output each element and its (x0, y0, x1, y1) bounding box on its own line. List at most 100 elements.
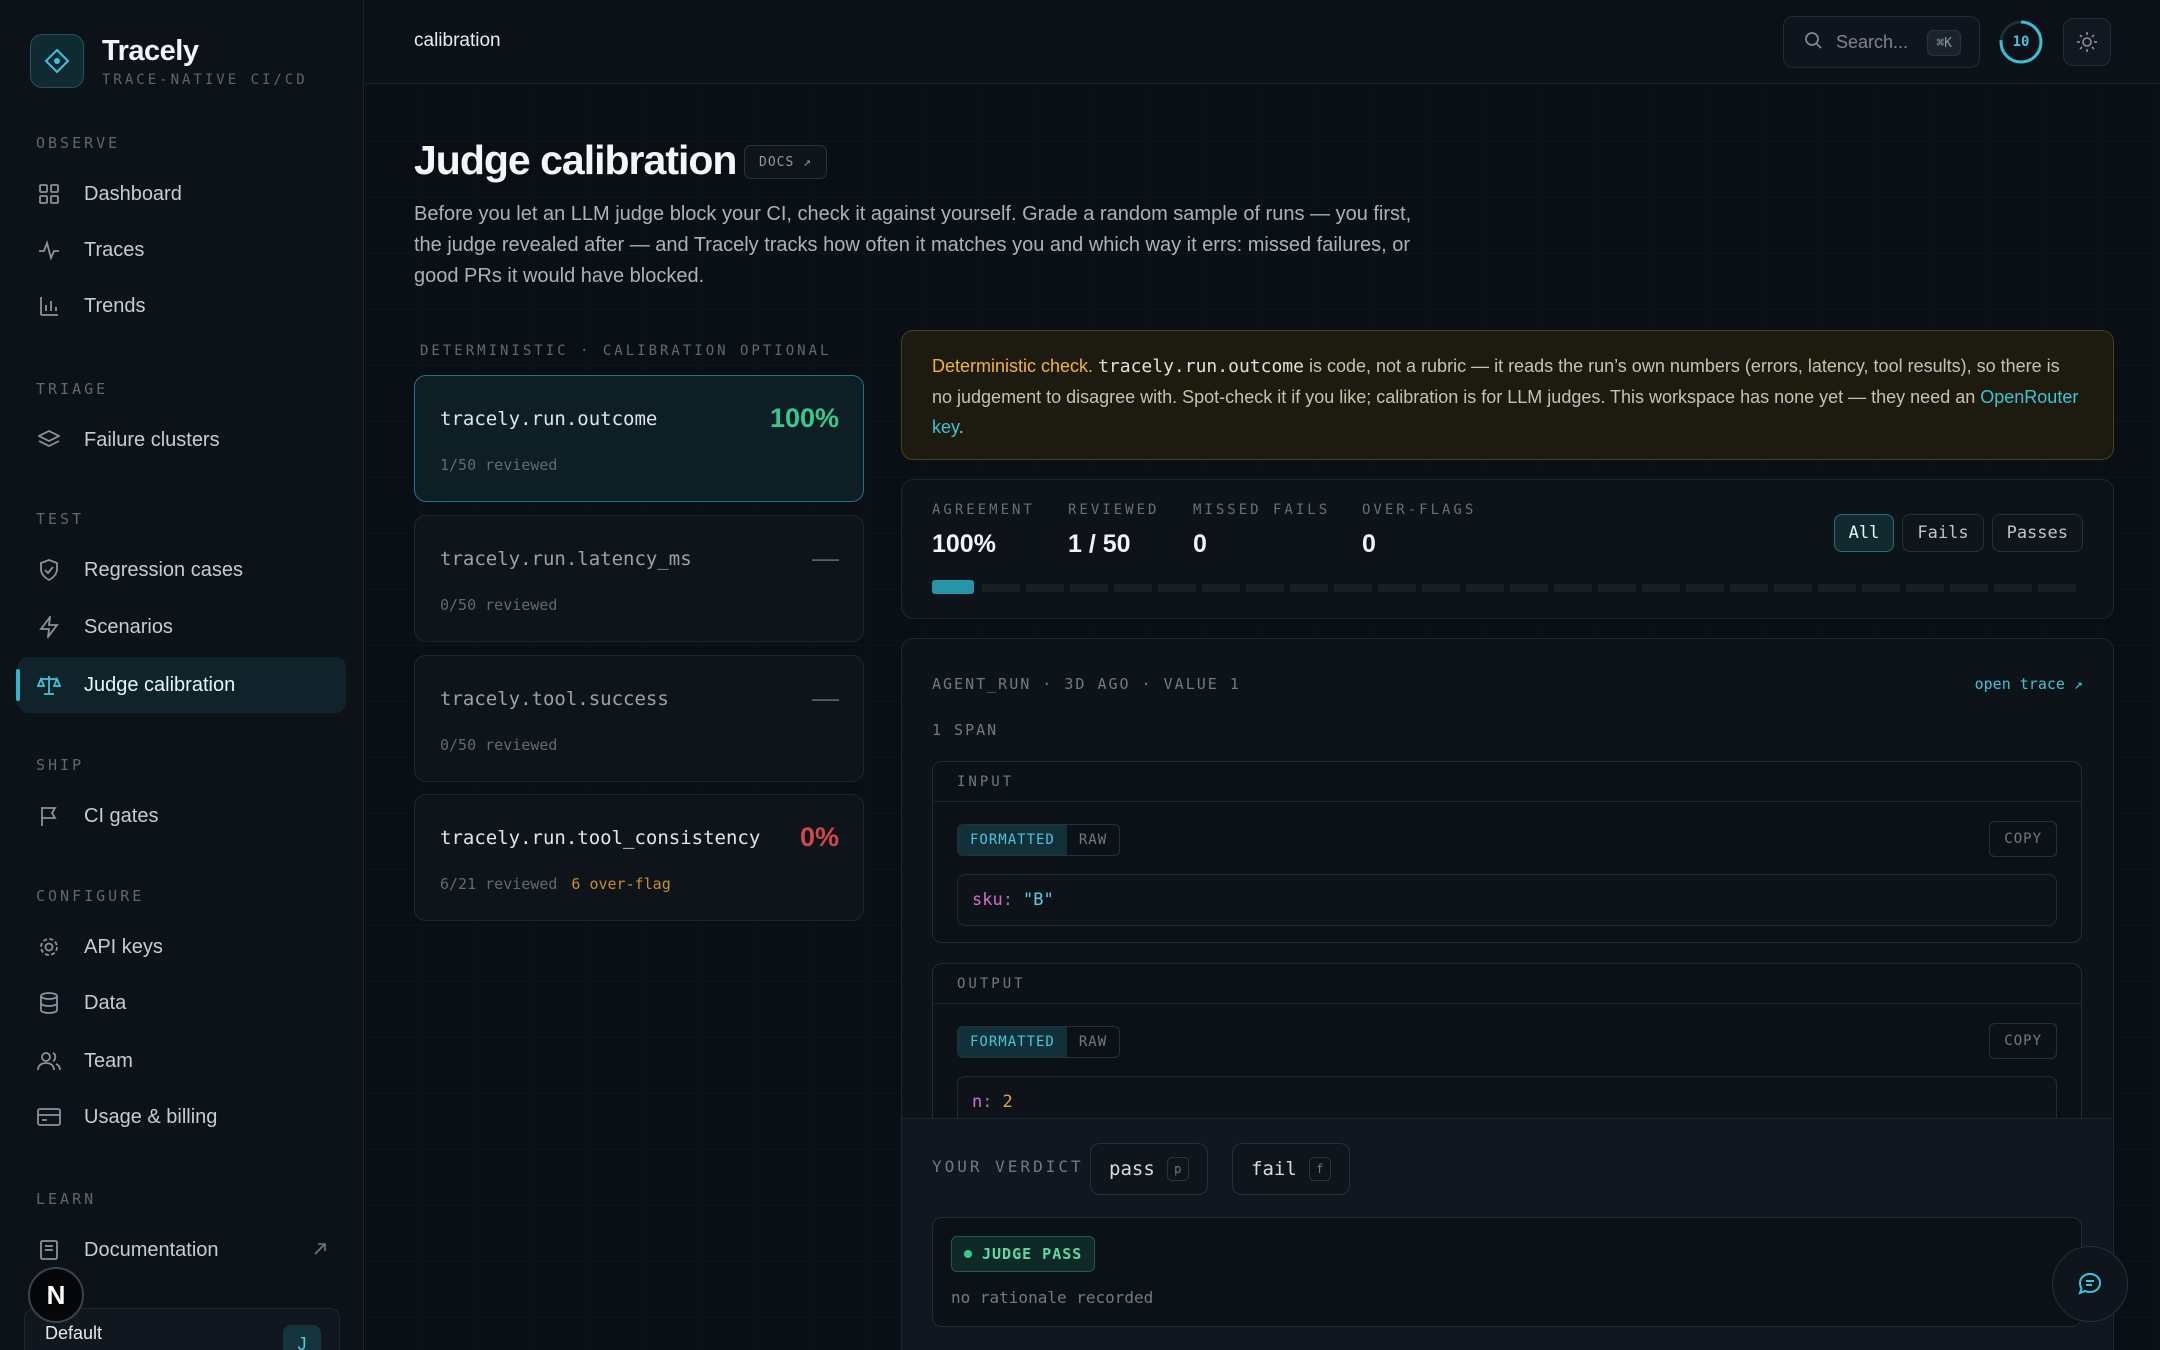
search-input[interactable]: Search... ⌘K (1783, 16, 1980, 68)
code-value: 2 (1002, 1092, 1013, 1112)
judge-card-latency[interactable]: tracely.run.latency_ms — 0/50 reviewed (414, 515, 864, 642)
tracely-logo-icon (30, 34, 84, 88)
nav-section-learn: LEARN Documentation (0, 1190, 364, 1278)
judge-card-tool-consistency[interactable]: tracely.run.tool_consistency 0% 6/21 rev… (414, 794, 864, 921)
run-meta: AGENT_RUN · 3D AGO · VALUE 1 (932, 675, 1241, 693)
nav-section-configure: CONFIGURE API keys Data Team Usage & bil… (0, 887, 364, 1145)
input-format-toggle: FORMATTED RAW (957, 824, 1121, 856)
sidebar-item-label: Judge calibration (84, 673, 236, 696)
judge-name: tracely.tool.success (440, 688, 669, 710)
search-shortcut: ⌘K (1927, 30, 1961, 56)
sidebar-item-api-keys[interactable]: API keys (18, 919, 346, 975)
review-progress-fill (932, 580, 974, 594)
judge-pass-label: JUDGE PASS (982, 1245, 1083, 1263)
fail-button[interactable]: fail f (1232, 1143, 1350, 1195)
judge-card-tool-success[interactable]: tracely.tool.success — 0/50 reviewed (414, 655, 864, 782)
stat-label: OVER-FLAGS (1362, 502, 1477, 518)
sidebar-item-team[interactable]: Team (18, 1033, 346, 1089)
nav-heading: SHIP (36, 756, 85, 774)
sidebar-item-label: Usage & billing (84, 1105, 218, 1128)
filter-passes-button[interactable]: Passes (1991, 514, 2083, 552)
nav-heading: CONFIGURE (36, 887, 145, 905)
sidebar-item-scenarios[interactable]: Scenarios (18, 599, 346, 655)
breadcrumb[interactable]: calibration (414, 30, 501, 52)
stat-value: 1 / 50 (1068, 530, 1131, 558)
judge-list-heading: DETERMINISTIC · CALIBRATION OPTIONAL (420, 343, 832, 359)
judge-reviewed: 1/50 reviewed (440, 456, 557, 474)
pass-key-hint: p (1166, 1157, 1189, 1181)
judge-card-outcome[interactable]: tracely.run.outcome 100% 1/50 reviewed (414, 375, 864, 502)
sidebar-item-data[interactable]: Data (18, 975, 346, 1031)
judge-reviewed-count: 1/50 reviewed (440, 456, 558, 474)
nav-section-test: TEST Regression cases Scenarios Judge ca… (0, 510, 364, 713)
avatar: J (283, 1325, 321, 1350)
sidebar-item-ci-gates[interactable]: CI gates (18, 788, 346, 844)
copy-output-button[interactable]: COPY (1989, 1023, 2057, 1059)
nav-heading: TEST (36, 510, 85, 528)
nav-section-observe: OBSERVE Dashboard Traces Trends (0, 134, 364, 334)
judge-name: tracely.run.tool_consistency (440, 827, 761, 849)
judge-reviewed: 0/50 reviewed (440, 736, 557, 754)
activity-ring-button[interactable]: 10 (1997, 18, 2045, 66)
page-intro: Before you let an LLM judge block your C… (414, 203, 1412, 287)
layers-icon (36, 427, 62, 453)
brand[interactable]: Tracely TRACE-NATIVE CI/CD (30, 34, 308, 88)
input-code: sku: "B" (957, 874, 2057, 926)
sidebar-item-label: Regression cases (84, 558, 243, 581)
judge-reviewed-count: 0/50 reviewed (440, 736, 558, 754)
raw-tab[interactable]: RAW (1067, 1027, 1119, 1057)
activity-icon (36, 237, 62, 263)
dev-tools-badge[interactable]: N (28, 1267, 84, 1323)
copy-input-button[interactable]: COPY (1989, 821, 2057, 857)
judge-reviewed-count: 6/21 reviewed (440, 875, 558, 893)
stat-over-flags: OVER-FLAGS 0 (1362, 502, 1476, 559)
filter-fails-button[interactable]: Fails (1902, 514, 1984, 552)
open-trace-link[interactable]: open trace ↗ (1975, 675, 2083, 693)
sidebar-item-label: Documentation (84, 1238, 219, 1261)
stat-value: 0 (1193, 530, 1207, 558)
input-heading: INPUT (933, 762, 2081, 802)
judge-name: tracely.run.latency_ms (440, 548, 692, 570)
fail-label: fail (1251, 1158, 1297, 1180)
pass-label: pass (1109, 1158, 1155, 1180)
pass-button[interactable]: pass p (1090, 1143, 1208, 1195)
formatted-tab[interactable]: FORMATTED (958, 1027, 1067, 1057)
status-dot-icon (964, 1250, 972, 1258)
book-icon (36, 1237, 62, 1263)
database-icon (36, 990, 62, 1016)
banner-code: tracely.run.outcome (1098, 356, 1304, 377)
sidebar-item-label: Trends (84, 294, 146, 317)
sidebar-item-judge-calibration[interactable]: Judge calibration (16, 657, 346, 713)
sidebar-item-label: CI gates (84, 804, 159, 827)
span-count: 1 SPAN (932, 721, 999, 739)
docs-link[interactable]: DOCS ↗ (744, 145, 827, 179)
formatted-tab[interactable]: FORMATTED (958, 825, 1067, 855)
sidebar-item-failure-clusters[interactable]: Failure clusters (18, 412, 346, 468)
verdict-bar: YOUR VERDICT pass p fail f JUDGE PASS no… (901, 1118, 2114, 1350)
filter-all-button[interactable]: All (1833, 514, 1895, 552)
stat-label: MISSED FAILS (1193, 502, 1331, 518)
sidebar-item-label: Traces (84, 238, 145, 261)
sidebar-item-dashboard[interactable]: Dashboard (18, 166, 346, 222)
stat-agreement: AGREEMENT 100% (932, 502, 1035, 559)
banner-tail: . (958, 417, 964, 437)
theme-toggle-button[interactable] (2063, 18, 2111, 66)
judge-score: — (812, 543, 839, 573)
sidebar-item-label: Scenarios (84, 615, 173, 638)
judge-score: — (812, 683, 839, 713)
sidebar-item-trends[interactable]: Trends (18, 278, 346, 334)
code-colon: : (982, 1092, 993, 1112)
sidebar-item-usage-billing[interactable]: Usage & billing (18, 1089, 346, 1145)
stat-label: AGREEMENT (932, 502, 1035, 518)
sidebar-item-traces[interactable]: Traces (18, 222, 346, 278)
code-value: "B" (1022, 890, 1054, 910)
topbar: calibration Search... ⌘K 10 (365, 0, 2160, 84)
brand-name: Tracely (102, 34, 199, 67)
input-panel: INPUT FORMATTED RAW COPY sku: "B" (932, 761, 2082, 943)
chat-icon (2078, 1272, 2102, 1295)
chat-button[interactable] (2052, 1246, 2128, 1322)
raw-tab[interactable]: RAW (1067, 825, 1119, 855)
users-icon (36, 1048, 62, 1074)
sidebar-item-label: Team (84, 1049, 133, 1072)
sidebar-item-regression-cases[interactable]: Regression cases (18, 542, 346, 598)
